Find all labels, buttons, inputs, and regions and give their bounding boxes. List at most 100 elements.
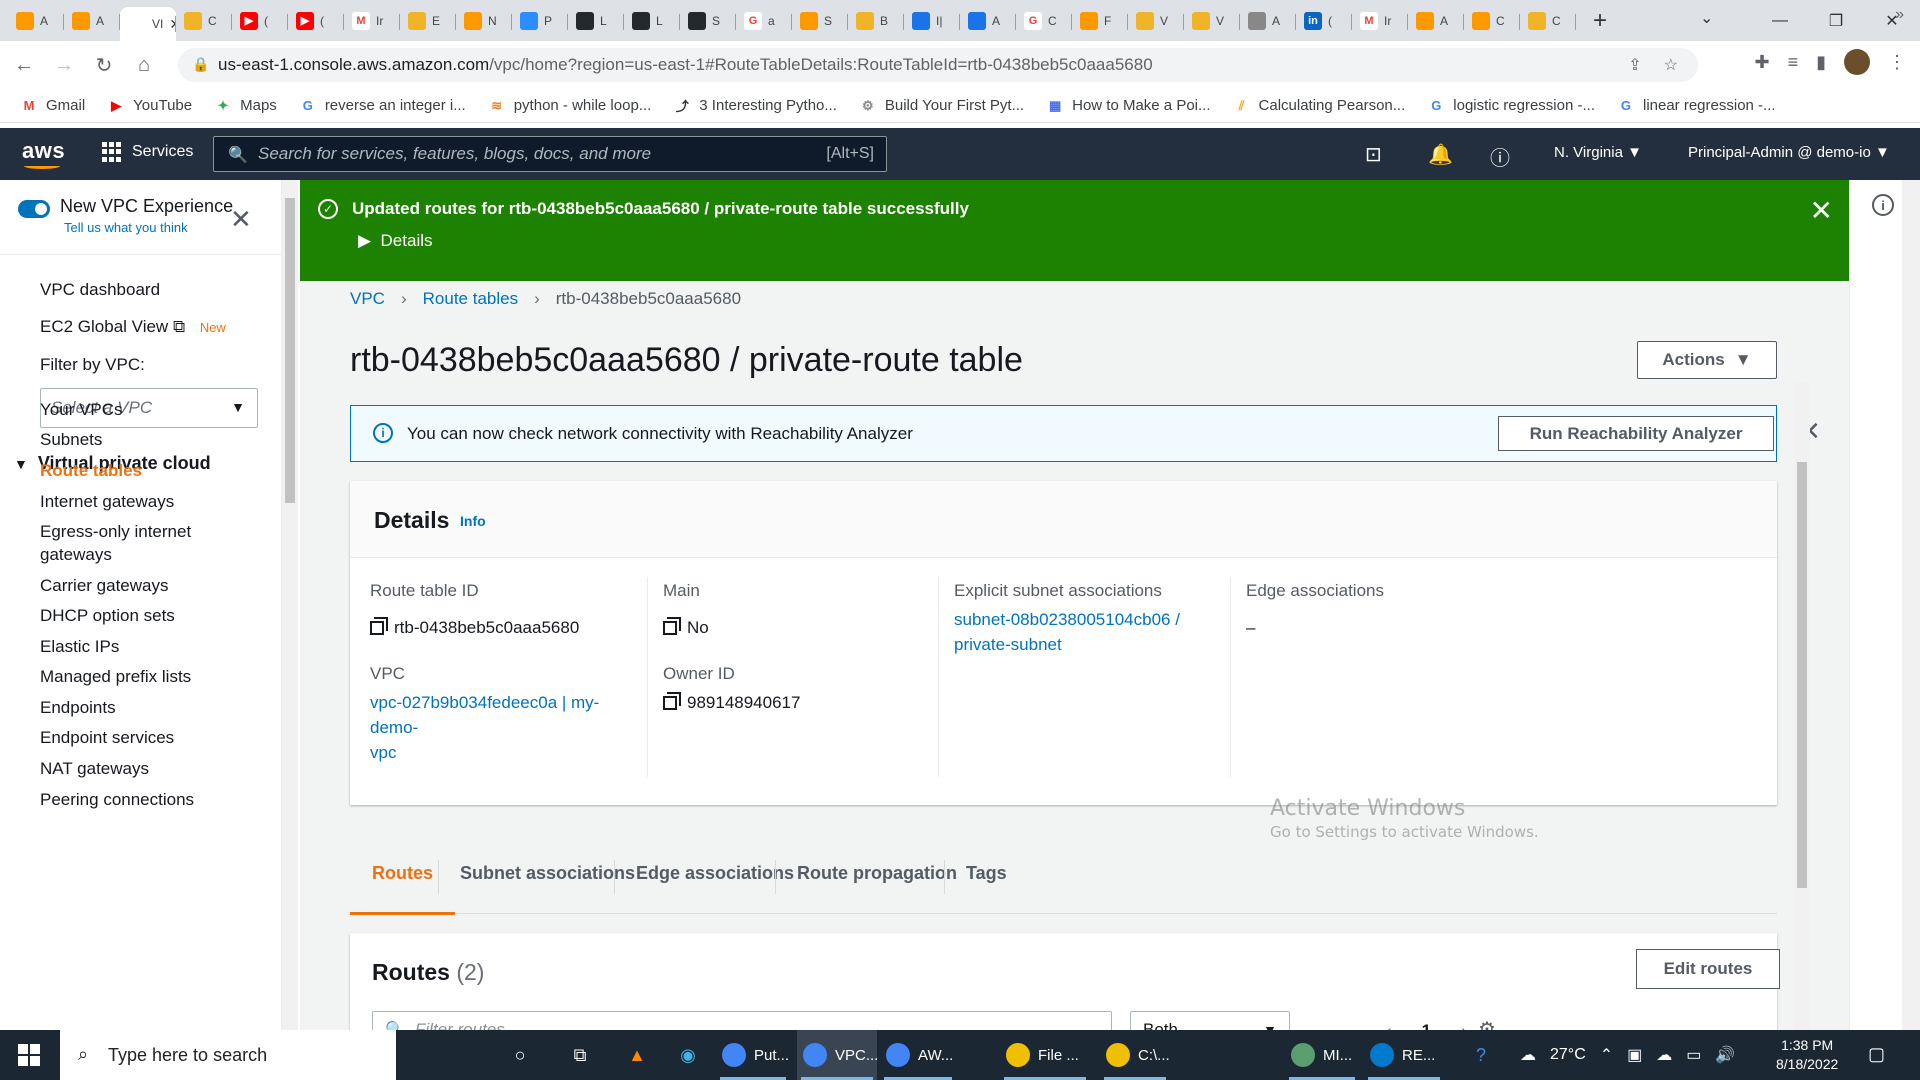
taskbar-app[interactable]: File ... bbox=[1000, 1030, 1090, 1080]
new-tab-icon[interactable]: + bbox=[1584, 5, 1616, 37]
run-reachability-analyzer-button[interactable]: Run Reachability Analyzer bbox=[1498, 416, 1774, 451]
reload-icon[interactable]: ↻ bbox=[88, 49, 120, 81]
sidebar-item-dhcp-option-sets[interactable]: DHCP option sets bbox=[40, 606, 175, 626]
bookmark-item[interactable]: ✦ Maps bbox=[214, 97, 277, 114]
aws-search-input[interactable]: 🔍 Search for services, features, blogs, … bbox=[213, 136, 887, 172]
bookmark-item[interactable]: Glinear regression -... bbox=[1617, 97, 1776, 114]
weather-cloud-icon[interactable]: ☁ bbox=[1520, 1045, 1536, 1065]
taskbar-app[interactable]: RE... bbox=[1364, 1030, 1444, 1080]
aws-logo[interactable]: aws bbox=[22, 138, 65, 169]
taskbar-search-input[interactable]: ⌕ Type here to search bbox=[60, 1030, 396, 1080]
task-view-icon[interactable]: ⧉ bbox=[565, 1040, 595, 1070]
breadcrumb-vpc[interactable]: VPC bbox=[350, 289, 385, 309]
copy-icon[interactable] bbox=[370, 617, 388, 635]
browser-tab[interactable]: L bbox=[568, 5, 624, 37]
back-icon[interactable]: ← bbox=[8, 49, 40, 81]
browser-tab[interactable]: A bbox=[960, 5, 1016, 37]
browser-tab[interactable]: GC bbox=[1016, 5, 1072, 37]
cloudshell-icon[interactable]: ⊡ bbox=[1365, 142, 1382, 167]
bookmark-item[interactable]: ⫽ Calculating Pearson... bbox=[1233, 97, 1406, 114]
bookmarks-overflow-icon[interactable]: » bbox=[1895, 6, 1904, 24]
network-icon[interactable]: ▣ bbox=[1627, 1045, 1642, 1065]
region-selector[interactable]: N. Virginia ▼ bbox=[1554, 144, 1642, 161]
browser-tab[interactable]: VI ✕ bbox=[120, 7, 176, 41]
sidebar-item-subnets[interactable]: Subnets bbox=[40, 430, 102, 450]
sidebar-item-ec2-global-view[interactable]: EC2 Global View ⧉ New bbox=[40, 317, 226, 337]
taskbar-app[interactable]: Put... bbox=[716, 1030, 790, 1080]
browser-tab[interactable]: S bbox=[792, 5, 848, 37]
flash-details-toggle[interactable]: ▶ Details bbox=[358, 231, 433, 251]
bookmark-item[interactable]: ≋ python - while loop... bbox=[488, 97, 651, 114]
temperature[interactable]: 27°C bbox=[1550, 1046, 1586, 1064]
tab-subnet-associations[interactable]: Subnet associations bbox=[460, 832, 635, 914]
vpc-link[interactable]: vpc-027b9b034fedeec0a | my-demo- vpc bbox=[370, 690, 630, 765]
browser-tab[interactable]: in ( bbox=[1296, 5, 1352, 37]
forward-icon[interactable]: → bbox=[48, 49, 80, 81]
browser-tab[interactable]: E bbox=[400, 5, 456, 37]
notifications-bell-icon[interactable]: 🔔 bbox=[1428, 142, 1453, 167]
sidebar-item-peering-connections[interactable]: Peering connections bbox=[40, 790, 194, 810]
sidebar-item-gateways[interactable]: gateways bbox=[40, 545, 112, 565]
sidebar-item-egress-only-internet[interactable]: Egress-only internet bbox=[40, 522, 191, 542]
battery-icon[interactable]: ▭ bbox=[1686, 1045, 1701, 1065]
edge-icon[interactable]: ◉ bbox=[673, 1040, 703, 1070]
sidebar-item-internet-gateways[interactable]: Internet gateways bbox=[40, 492, 174, 512]
tab-search-icon[interactable]: ⌄ bbox=[1700, 8, 1713, 28]
bookmark-item[interactable]: Greverse an integer i... bbox=[299, 97, 466, 114]
bookmark-item[interactable]: ▦ How to Make a Poi... bbox=[1046, 97, 1211, 114]
cortana-icon[interactable]: ○ bbox=[505, 1040, 535, 1070]
browser-tab[interactable]: M Ir bbox=[344, 5, 400, 37]
taskbar-app[interactable]: MI... bbox=[1285, 1030, 1359, 1080]
close-sidebar-icon[interactable]: ✕ bbox=[230, 204, 252, 235]
browser-tab[interactable]: L bbox=[624, 5, 680, 37]
copy-icon[interactable] bbox=[663, 692, 681, 710]
help-panel-info-icon[interactable]: i bbox=[1872, 194, 1894, 216]
copy-icon[interactable] bbox=[663, 617, 681, 635]
restore-icon[interactable]: ❐ bbox=[1808, 0, 1864, 41]
sidebar-item-endpoints[interactable]: Endpoints bbox=[40, 698, 116, 718]
vlc-icon[interactable]: ▲ bbox=[622, 1040, 652, 1070]
side-panel-icon[interactable]: ▮ bbox=[1816, 52, 1826, 73]
onedrive-icon[interactable]: ☁ bbox=[1656, 1045, 1672, 1065]
browser-tab[interactable]: S bbox=[680, 5, 736, 37]
browser-tab[interactable]: A bbox=[64, 5, 120, 37]
help-icon[interactable]: ⓘ bbox=[1490, 142, 1510, 171]
browser-tab[interactable]: C bbox=[1520, 5, 1576, 37]
sidebar-scrollbar[interactable] bbox=[282, 180, 298, 1030]
sidebar-item-your-vpcs[interactable]: Your VPCs bbox=[40, 400, 123, 420]
edit-routes-button[interactable]: Edit routes bbox=[1636, 949, 1780, 989]
bookmark-item[interactable]: M Gmail bbox=[20, 97, 86, 114]
browser-tab[interactable]: ▶( bbox=[288, 5, 344, 37]
tray-chevron-icon[interactable]: ⌃ bbox=[1600, 1045, 1613, 1065]
taskbar-app[interactable]: AW... bbox=[880, 1030, 956, 1080]
sidebar-item-endpoint-services[interactable]: Endpoint services bbox=[40, 728, 174, 748]
taskbar-clock[interactable]: 1:38 PM 8/18/2022 bbox=[1776, 1036, 1838, 1074]
taskbar-app[interactable]: VPC... bbox=[797, 1030, 878, 1080]
minimize-icon[interactable]: — bbox=[1752, 0, 1808, 41]
next-page-icon[interactable]: › bbox=[1461, 1021, 1467, 1030]
tab-route-propagation[interactable]: Route propagation bbox=[797, 832, 957, 914]
tab-routes[interactable]: Routes bbox=[349, 832, 456, 915]
reading-list-icon[interactable]: ≡ bbox=[1788, 52, 1799, 73]
notifications-icon[interactable]: ▢ bbox=[1868, 1044, 1885, 1065]
browser-tab[interactable]: B bbox=[848, 5, 904, 37]
bookmark-item[interactable]: ⤴ 3 Interesting Pytho... bbox=[673, 97, 837, 114]
bookmark-item[interactable]: ⚙ Build Your First Pyt... bbox=[859, 97, 1024, 114]
lock-icon[interactable]: 🔒 bbox=[192, 56, 209, 73]
breadcrumb-route-tables[interactable]: Route tables bbox=[423, 289, 518, 309]
prev-page-icon[interactable]: ‹ bbox=[1386, 1021, 1392, 1030]
taskbar-app[interactable]: C:\... bbox=[1100, 1030, 1170, 1080]
browser-tab[interactable]: C bbox=[176, 5, 232, 37]
browser-tab[interactable]: Ga bbox=[736, 5, 792, 37]
home-icon[interactable]: ⌂ bbox=[128, 49, 160, 81]
extensions-icon[interactable]: ✚ bbox=[1754, 52, 1769, 73]
address-bar[interactable]: 🔒 us-east-1.console.aws.amazon.com/vpc/h… bbox=[178, 48, 1698, 82]
page-scrollbar[interactable] bbox=[1902, 180, 1920, 1030]
browser-tab[interactable]: A bbox=[8, 5, 64, 37]
bookmark-item[interactable]: ▶ YouTube bbox=[107, 97, 192, 114]
browser-tab[interactable]: A bbox=[1408, 5, 1464, 37]
actions-button[interactable]: Actions ▼ bbox=[1637, 341, 1777, 379]
browser-tab[interactable]: I| bbox=[904, 5, 960, 37]
sidebar-item-nat-gateways[interactable]: NAT gateways bbox=[40, 759, 149, 779]
route-type-select[interactable]: Both ▼ bbox=[1130, 1011, 1290, 1030]
